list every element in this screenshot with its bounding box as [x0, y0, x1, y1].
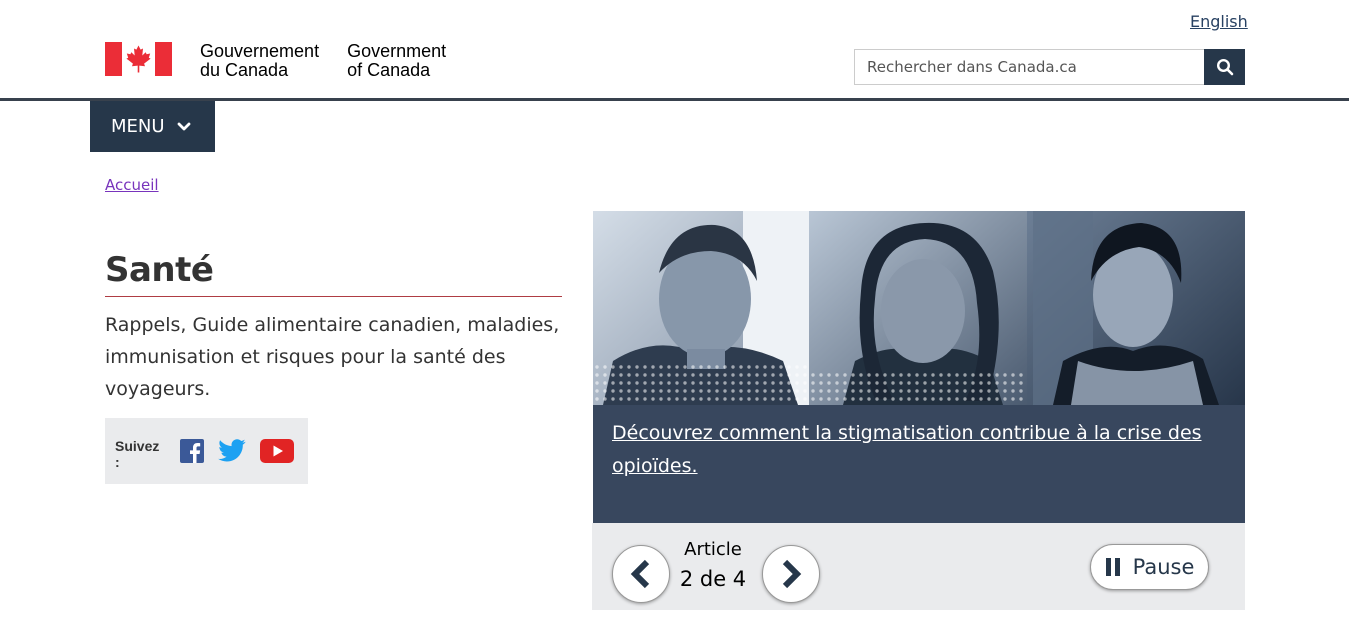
search-input[interactable]: [854, 49, 1204, 85]
page-intro: Rappels, Guide alimentaire canadien, mal…: [105, 314, 560, 400]
youtube-icon: [260, 439, 294, 463]
next-article-button[interactable]: [762, 545, 820, 603]
youtube-link[interactable]: [260, 439, 294, 463]
follow-label: Suivez :: [115, 438, 160, 470]
twitter-icon: [218, 439, 246, 462]
chevron-right-icon: [782, 559, 802, 589]
wordmark-french: Gouvernement du Canada: [200, 42, 319, 80]
breadcrumb-home-link[interactable]: Accueil: [105, 176, 159, 194]
feature-caption: Découvrez comment la stigmatisation cont…: [593, 405, 1245, 523]
page-title: Santé: [105, 250, 562, 297]
wordmark-english: Government of Canada: [347, 42, 446, 80]
facebook-link[interactable]: [180, 439, 204, 463]
feature-article-link[interactable]: Découvrez comment la stigmatisation cont…: [612, 422, 1202, 477]
wordmark-fr-line2: du Canada: [200, 60, 289, 80]
menu-button[interactable]: MENU: [90, 101, 215, 152]
wordmark-en-line2: of Canada: [347, 60, 431, 80]
twitter-link[interactable]: [218, 439, 246, 463]
previous-article-button[interactable]: [612, 545, 670, 603]
facebook-icon: [180, 439, 204, 463]
wordmark-fr-line1: Gouvernement: [200, 41, 320, 61]
search-icon: [1216, 58, 1233, 76]
article-counter: Article 2 de 4: [672, 537, 754, 595]
carousel-controls: Article 2 de 4 Pause: [592, 523, 1245, 610]
pause-icon: [1105, 558, 1120, 576]
government-signature[interactable]: Gouvernement du Canada Government of Can…: [105, 42, 446, 80]
government-wordmark: Gouvernement du Canada Government of Can…: [200, 42, 446, 80]
canada-flag-icon: [105, 42, 172, 76]
site-search: [854, 49, 1245, 85]
follow-panel: Suivez :: [105, 418, 308, 484]
feature-image[interactable]: [593, 211, 1245, 405]
pause-label: Pause: [1132, 555, 1195, 579]
pause-button[interactable]: Pause: [1090, 544, 1209, 590]
search-button[interactable]: [1204, 49, 1245, 85]
breadcrumb: Accueil: [105, 176, 159, 194]
article-counter-label: Article: [684, 539, 742, 560]
menu-label: MENU: [111, 116, 165, 137]
wordmark-en-line1: Government: [347, 41, 447, 61]
chevron-down-icon: [177, 122, 190, 130]
article-counter-value: 2 de 4: [679, 567, 747, 591]
language-toggle-link[interactable]: English: [1190, 12, 1248, 31]
chevron-left-icon: [630, 559, 650, 589]
